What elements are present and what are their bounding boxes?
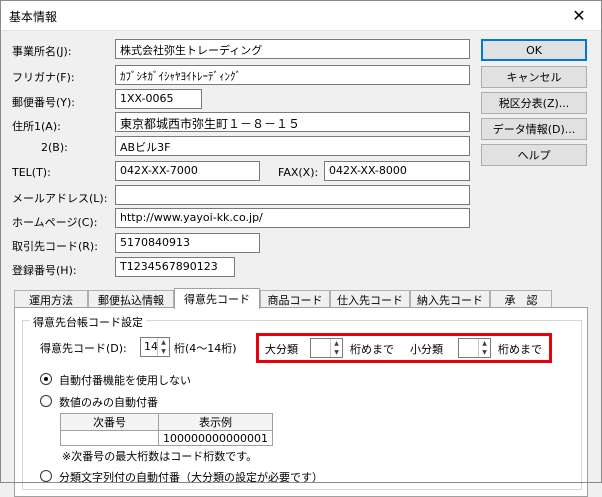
fax-label: FAX(X): (278, 166, 319, 179)
display-example-cell: 100000000000001 (158, 430, 273, 446)
title-bar: 基本情報 ✕ (0, 0, 602, 31)
digits-range-label: 桁(4～14桁) (174, 342, 237, 355)
address2-label: 2(B): (41, 141, 68, 154)
furigana-input[interactable]: ｶﾌﾞｼｷｶﾞｲｼｬﾔﾖｲﾄﾚｰﾃﾞｨﾝｸﾞ (115, 65, 470, 85)
tab-customer-code[interactable]: 得意先コード (174, 288, 260, 309)
tab-supplier-code[interactable]: 仕入先コード (330, 290, 410, 308)
code-digits-value: 14 (144, 340, 158, 353)
close-icon[interactable]: ✕ (556, 0, 602, 30)
minor-class-suffix: 桁めまで (498, 343, 542, 356)
major-class-stepper[interactable]: ▲ ▼ (310, 338, 343, 358)
partner-code-input[interactable]: 5170840913 (115, 233, 260, 253)
radio-numeric-autonumber-label: 数値のみの自動付番 (59, 396, 158, 409)
registration-label: 登録番号(H): (12, 264, 77, 277)
group-title: 得意先台帳コード設定 (30, 314, 146, 330)
radio-no-autonumber[interactable] (40, 373, 52, 385)
customer-code-label: 得意先コード(D): (40, 342, 127, 355)
address1-input[interactable]: 東京都城西市弥生町１－８－１５ (115, 112, 470, 132)
company-name-input[interactable]: 株式会社弥生トレーディング (115, 39, 470, 59)
display-example-header: 表示例 (158, 413, 273, 431)
tab-product-code[interactable]: 商品コード (260, 290, 330, 308)
major-class-suffix: 桁めまで (350, 343, 394, 356)
homepage-label: ホームページ(C): (12, 216, 98, 229)
ok-button[interactable]: OK (481, 39, 587, 61)
autonumber-example-table: 次番号 表示例 100000000000001 (60, 413, 273, 446)
spinner-arrows-icon[interactable]: ▲ ▼ (157, 338, 169, 356)
tel-input[interactable]: 042X-XX-7000 (115, 161, 260, 181)
tab-strip: 運用方法 郵便払込情報 得意先コード 商品コード 仕入先コード 納入先コード 承… (14, 288, 584, 309)
postal-input[interactable]: 1XX-0065 (115, 89, 202, 109)
registration-input[interactable]: T1234567890123 (115, 257, 235, 277)
partner-code-label: 取引先コード(R): (12, 240, 98, 253)
spinner-arrows-icon[interactable]: ▲ ▼ (478, 339, 490, 357)
help-button[interactable]: ヘルプ (481, 144, 587, 166)
furigana-label: フリガナ(F): (12, 71, 75, 84)
radio-numeric-autonumber[interactable] (40, 395, 52, 407)
homepage-input[interactable]: http://www.yayoi-kk.co.jp/ (115, 208, 470, 228)
tel-label: TEL(T): (12, 166, 51, 179)
radio-classified-autonumber[interactable] (40, 470, 52, 482)
postal-label: 郵便番号(Y): (12, 96, 76, 109)
window-title: 基本情報 (9, 10, 58, 24)
data-info-button[interactable]: データ情報(D)... (481, 118, 587, 140)
radio-no-autonumber-label: 自動付番機能を使用しない (59, 374, 191, 387)
spinner-arrows-icon[interactable]: ▲ ▼ (330, 339, 342, 357)
address2-input[interactable]: ABビル3F (115, 136, 470, 156)
next-number-cell[interactable] (60, 430, 159, 446)
minor-class-stepper[interactable]: ▲ ▼ (458, 338, 491, 358)
max-digits-note: ※次番号の最大桁数はコード桁数です。 (62, 450, 258, 463)
code-digits-stepper[interactable]: 14 ▲ ▼ (140, 337, 170, 357)
minor-class-label: 小分類 (410, 343, 443, 356)
tax-category-button[interactable]: 税区分表(Z)... (481, 92, 587, 114)
tab-postal-transfer[interactable]: 郵便払込情報 (88, 290, 174, 308)
cancel-button[interactable]: キャンセル (481, 66, 587, 88)
company-name-label: 事業所名(J): (12, 45, 72, 58)
fax-input[interactable]: 042X-XX-8000 (324, 161, 470, 181)
next-number-header: 次番号 (60, 413, 159, 431)
address1-label: 住所1(A): (12, 120, 61, 133)
tab-delivery-code[interactable]: 納入先コード (410, 290, 490, 308)
email-label: メールアドレス(L): (12, 192, 108, 205)
tab-approval[interactable]: 承 認 (490, 290, 552, 308)
tab-operation[interactable]: 運用方法 (14, 290, 88, 308)
major-class-label: 大分類 (265, 343, 298, 356)
email-input[interactable] (115, 185, 470, 205)
